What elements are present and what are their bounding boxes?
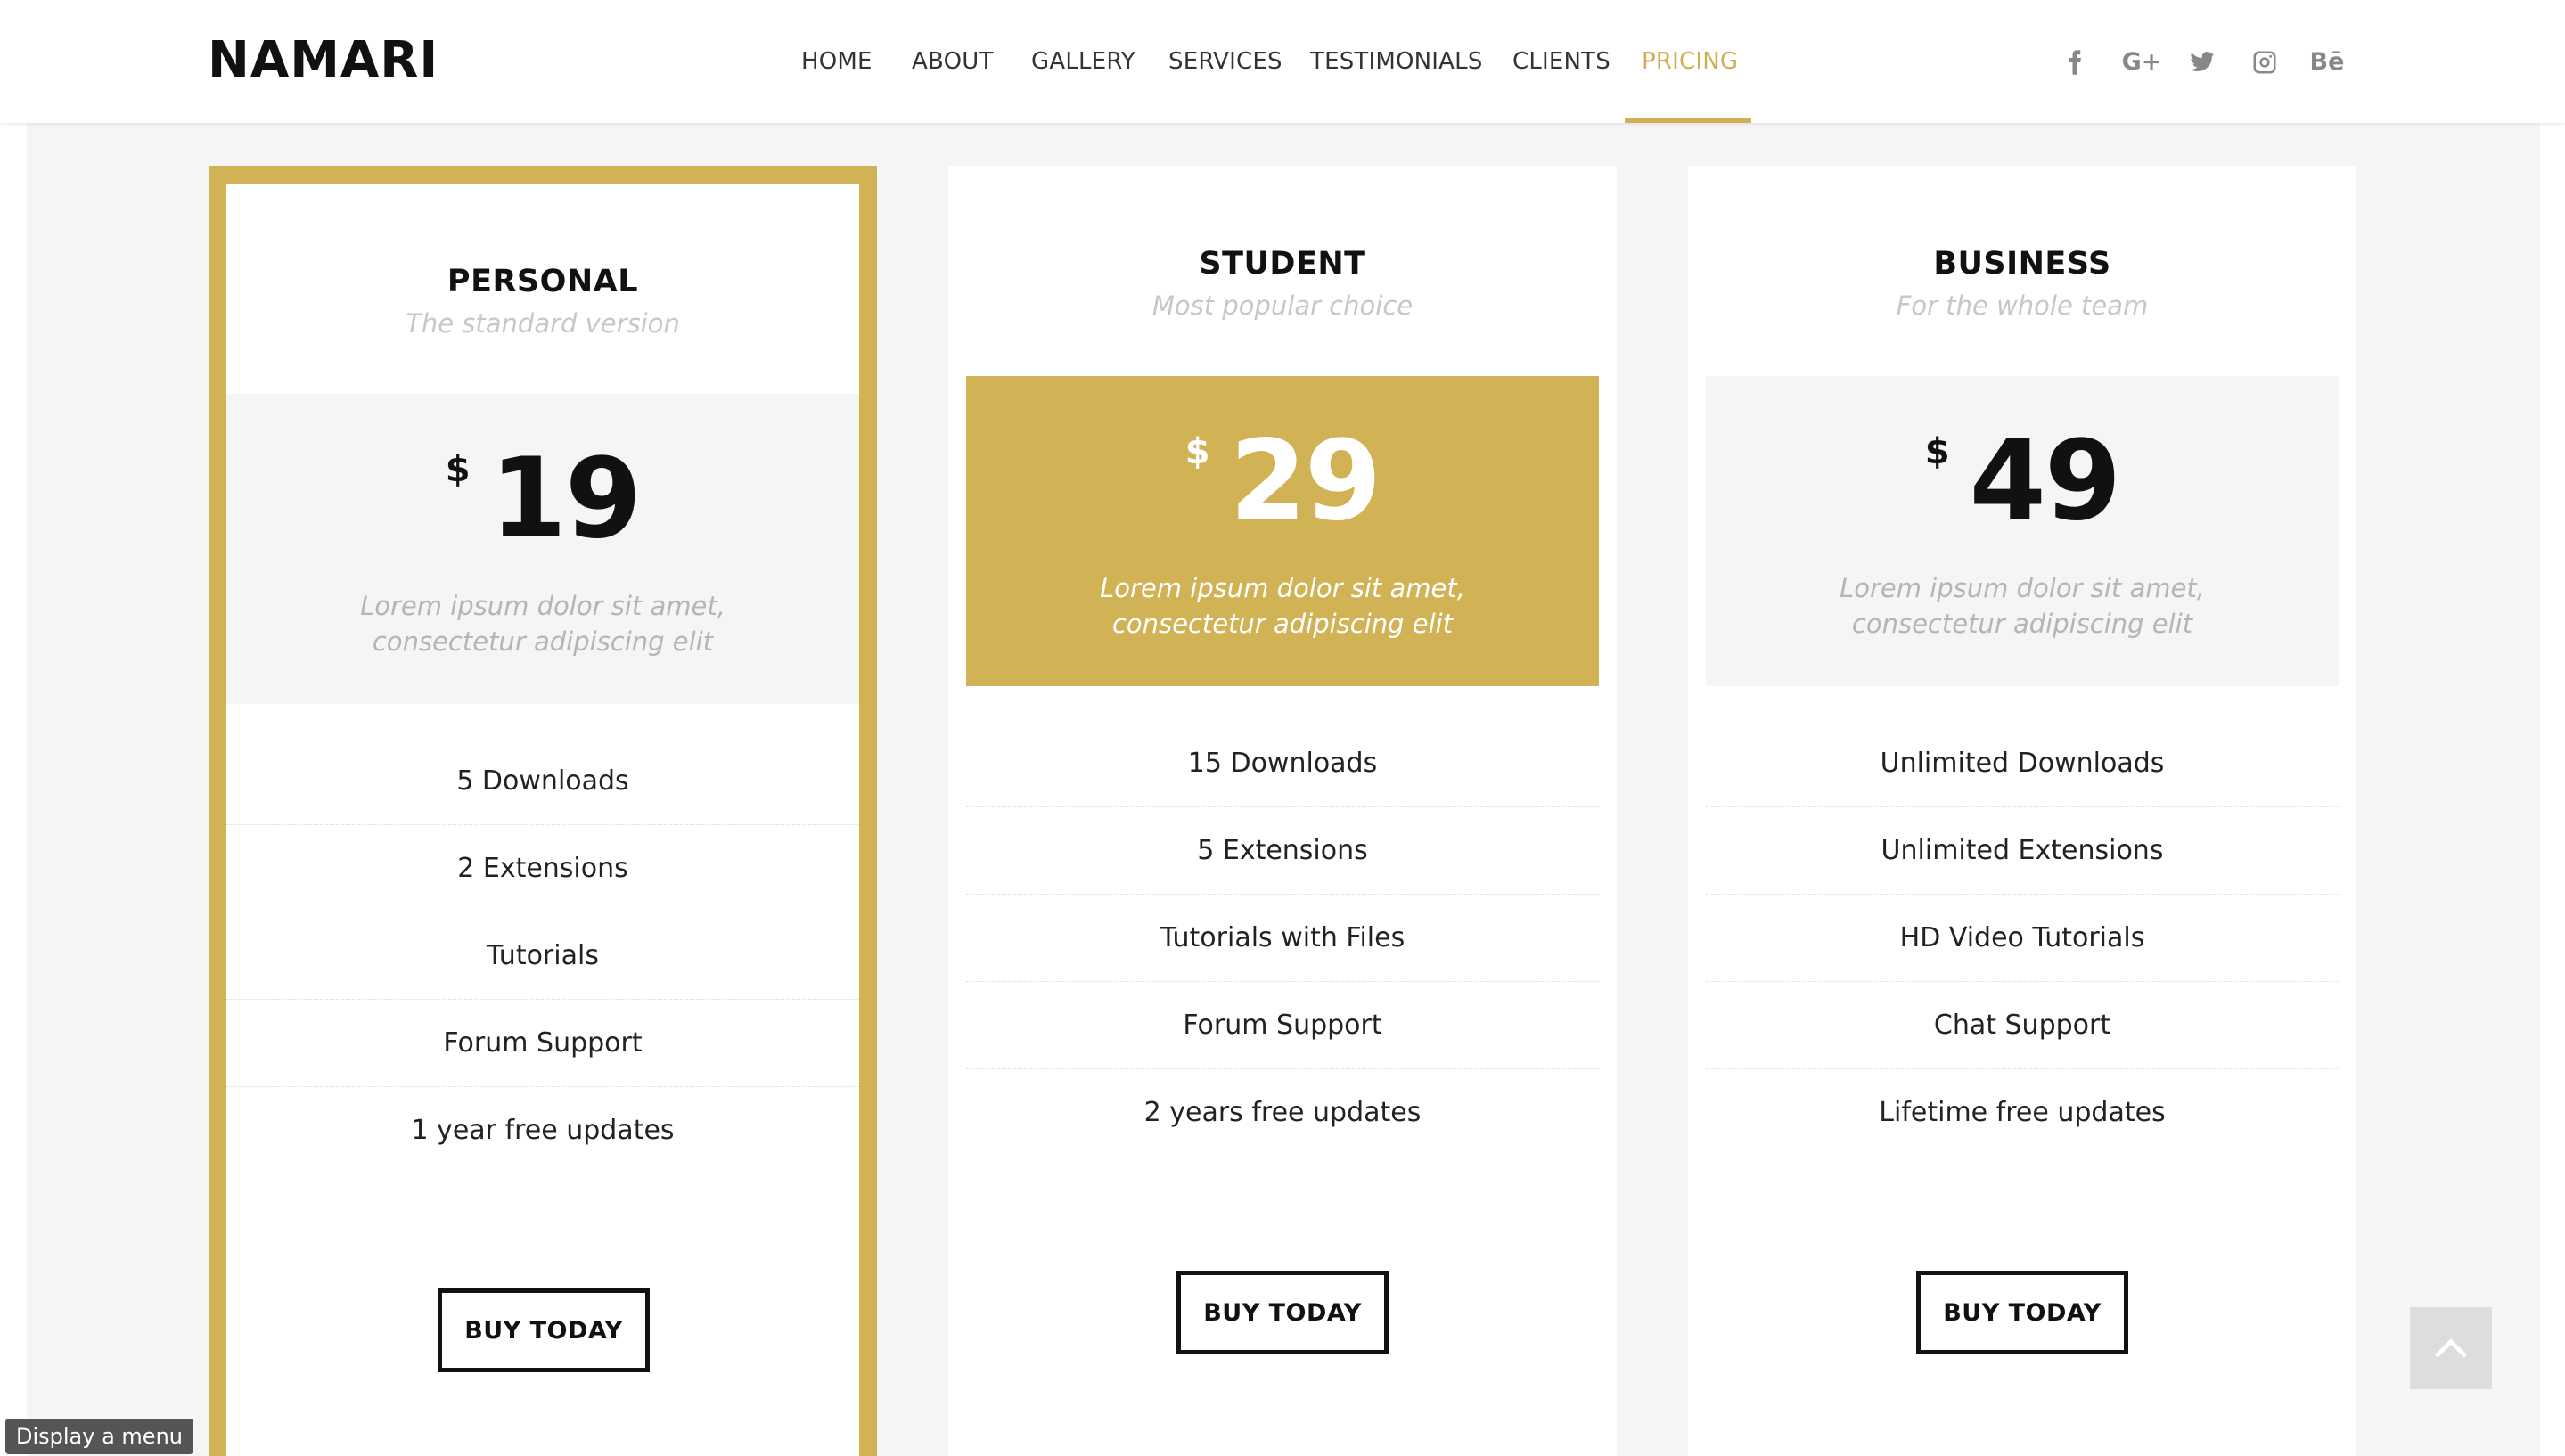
nav-clients[interactable]: CLIENTS [1512,0,1610,123]
back-to-top-button[interactable] [2410,1307,2492,1389]
buy-button-personal[interactable]: BUY TODAY [438,1288,650,1372]
list-item: Tutorials with Files [966,895,1599,982]
currency-symbol: $ [1184,431,1210,472]
pricing-card-student: STUDENT Most popular choice $29 Lorem ip… [948,166,1617,1456]
list-item: Tutorials [226,912,859,1000]
price-box: $49 Lorem ipsum dolor sit amet, consecte… [1706,376,2339,686]
nav-pricing[interactable]: PRICING [1642,0,1738,123]
display-menu-tooltip: Display a menu [5,1419,193,1454]
plan-name: BUSINESS [1933,246,2111,282]
list-item: 15 Downloads [966,720,1599,807]
site-header: NAMARI HOME ABOUT GALLERY SERVICES TESTI… [0,0,2565,123]
price-amount: 29 [1229,417,1382,545]
pricing-card-personal: PERSONAL The standard version $19 Lorem … [209,166,877,1456]
list-item: 2 years free updates [1143,1097,1422,1128]
twitter-icon[interactable] [2186,46,2218,78]
list-item: Unlimited Downloads [1706,720,2339,807]
price-box: $19 Lorem ipsum dolor sit amet, consecte… [226,394,859,704]
plan-name: PERSONAL [447,264,639,299]
price-amount: 49 [1969,417,2122,545]
price-box-highlight: $29 Lorem ipsum dolor sit amet, consecte… [966,376,1599,686]
list-item: Unlimited Extensions [1706,807,2339,895]
plan-subtitle: For the whole team [1896,290,2149,321]
price-amount: 19 [489,435,643,563]
behance-icon[interactable]: Bē [2307,46,2348,78]
pricing-card-business: BUSINESS For the whole team $49 Lorem ip… [1688,166,2356,1456]
list-item: Forum Support [966,982,1599,1069]
price-description: Lorem ipsum dolor sit amet, consectetur … [1840,573,2205,639]
currency-symbol: $ [1924,431,1950,472]
plan-name: STUDENT [1199,246,1366,282]
list-item: 5 Extensions [966,807,1599,895]
logo[interactable]: NAMARI [208,29,438,92]
list-item: HD Video Tutorials [1706,895,2339,982]
feature-list: 15 Downloads 5 Extensions Tutorials with… [966,720,1599,1157]
list-item: Lifetime free updates [1879,1097,2166,1128]
nav-testimonials[interactable]: TESTIMONIALS [1310,0,1483,123]
price-description: Lorem ipsum dolor sit amet, consectetur … [1100,573,1465,639]
nav-home[interactable]: HOME [801,0,873,123]
facebook-icon[interactable] [2059,46,2091,78]
list-item: 5 Downloads [226,738,859,825]
plan-subtitle: Most popular choice [1151,290,1414,321]
currency-symbol: $ [445,449,471,490]
instagram-icon[interactable] [2249,46,2281,78]
nav-about[interactable]: ABOUT [912,0,994,123]
list-item: Forum Support [226,1000,859,1087]
feature-list: 5 Downloads 2 Extensions Tutorials Forum… [226,738,859,1174]
chevron-up-icon [2434,1338,2468,1358]
buy-button-student[interactable]: BUY TODAY [1176,1271,1389,1354]
google-plus-icon[interactable]: G+ [2121,46,2162,78]
buy-button-business[interactable]: BUY TODAY [1916,1271,2128,1354]
nav-services[interactable]: SERVICES [1168,0,1282,123]
price-description: Lorem ipsum dolor sit amet, consectetur … [360,591,725,657]
list-item: Chat Support [1706,982,2339,1069]
list-item: 2 Extensions [226,825,859,912]
plan-subtitle: The standard version [406,308,680,339]
feature-list: Unlimited Downloads Unlimited Extensions… [1706,720,2339,1157]
list-item: 1 year free updates [411,1115,675,1146]
nav-gallery[interactable]: GALLERY [1031,0,1135,123]
nav-active-indicator [1625,118,1751,123]
